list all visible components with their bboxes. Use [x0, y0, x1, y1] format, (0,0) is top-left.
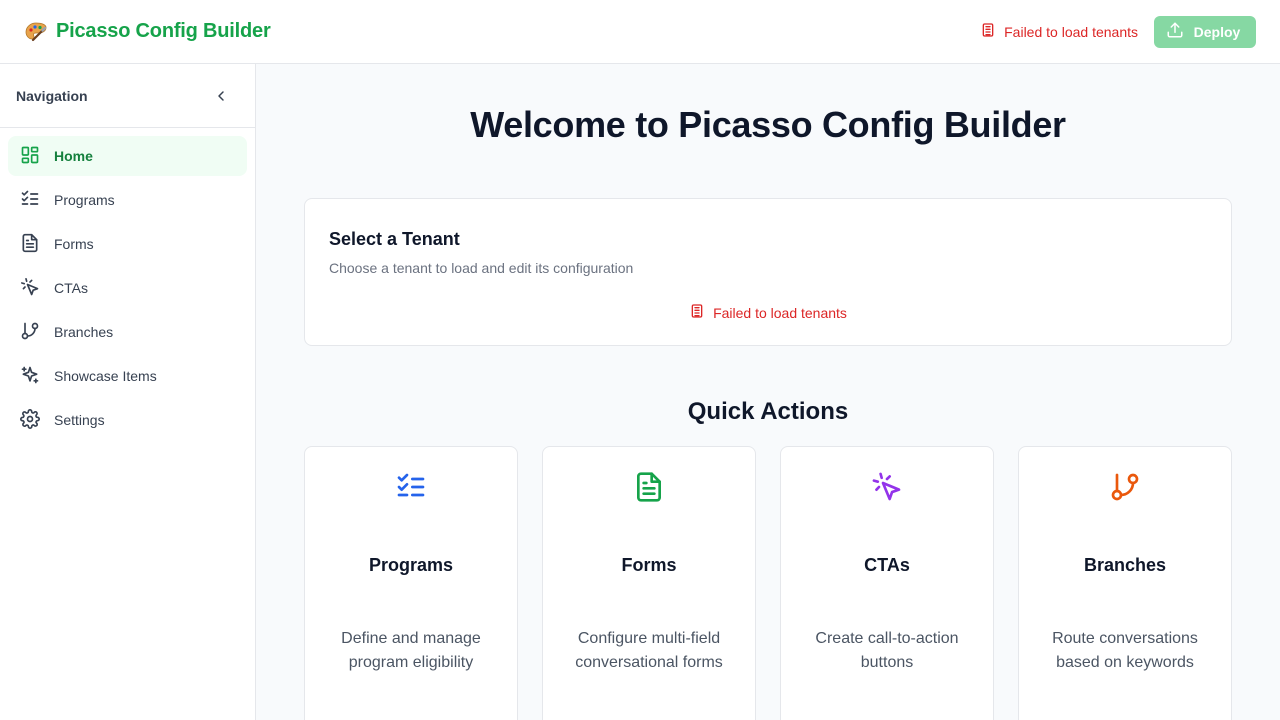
- tenant-card-subtitle: Choose a tenant to load and edit its con…: [329, 260, 634, 276]
- settings-icon: [20, 408, 40, 432]
- sidebar-item-home[interactable]: Home: [8, 136, 247, 176]
- list-checks-icon: [397, 473, 425, 497]
- sidebar-item-ctas[interactable]: CTAs: [8, 268, 247, 308]
- sidebar-item-label: Forms: [54, 236, 94, 252]
- tenant-card-title: Select a Tenant: [329, 229, 460, 249]
- quick-actions-title: Quick Actions: [687, 398, 849, 425]
- file-text-icon: [20, 233, 40, 256]
- quick-action-name: Forms: [621, 555, 677, 575]
- layout-dashboard-icon: [20, 145, 40, 168]
- tenant-selector-card: Select a Tenant Choose a tenant to load …: [304, 198, 1232, 346]
- deploy-button[interactable]: Deploy: [1154, 15, 1256, 48]
- quick-actions-grid: Programs Define and manage program eligi…: [304, 446, 1232, 720]
- quick-action-name: Branches: [1083, 555, 1167, 575]
- mouse-pointer-click-icon: [20, 277, 40, 300]
- page-title: Welcome to Picasso Config Builder: [470, 104, 1066, 145]
- sidebar-item-label: Showcase Items: [54, 368, 157, 384]
- quick-action-description: Configure multi-field conversational for…: [575, 630, 723, 671]
- header-error-text: Failed to load tenants: [1004, 23, 1138, 40]
- sidebar-item-label: Programs: [54, 192, 115, 208]
- quick-action-description: Define and manage program eligibility: [341, 630, 481, 671]
- quick-action-forms[interactable]: Forms Configure multi-field conversation…: [542, 446, 756, 720]
- header-error-message: Failed to load tenants: [980, 22, 1138, 41]
- sidebar-item-showcase-items[interactable]: Showcase Items: [8, 356, 247, 396]
- quick-action-ctas[interactable]: CTAs Create call-to-action buttons: [780, 446, 994, 720]
- sidebar-item-programs[interactable]: Programs: [8, 180, 247, 220]
- git-branch-icon: [20, 321, 40, 344]
- chevron-left-icon: [218, 90, 224, 101]
- sidebar: Navigation Home Programs Forms CTAs Bran…: [0, 64, 256, 720]
- mouse-pointer-click-icon: [872, 472, 901, 501]
- file-text-icon: [637, 472, 661, 502]
- main-content: Welcome to Picasso Config Builder Select…: [256, 64, 1280, 720]
- git-branch-icon: [1111, 473, 1139, 501]
- sidebar-item-settings[interactable]: Settings: [8, 400, 247, 440]
- list-checks-icon: [20, 189, 40, 212]
- quick-action-name: CTAs: [864, 555, 910, 575]
- sidebar-item-branches[interactable]: Branches: [8, 312, 247, 352]
- sidebar-header: Navigation: [0, 64, 255, 128]
- palette-logo-icon: [24, 20, 48, 44]
- sparkles-icon: [20, 365, 40, 388]
- quick-action-programs[interactable]: Programs Define and manage program eligi…: [304, 446, 518, 720]
- sidebar-item-label: Settings: [54, 412, 105, 428]
- top-header: Picasso Config Builder Failed to load te…: [0, 0, 1280, 64]
- quick-action-description: Route conversations based on keywords: [1052, 630, 1198, 671]
- tenant-error-text: Failed to load tenants: [713, 304, 847, 321]
- brand: Picasso Config Builder: [24, 20, 271, 44]
- sidebar-nav: Home Programs Forms CTAs Branches Showca…: [0, 128, 255, 452]
- quick-action-branches[interactable]: Branches Route conversations based on ke…: [1018, 446, 1232, 720]
- quick-action-name: Programs: [368, 555, 454, 575]
- tenant-error-message: Failed to load tenants: [305, 303, 1231, 322]
- alert-icon: [689, 303, 705, 322]
- sidebar-item-forms[interactable]: Forms: [8, 224, 247, 264]
- sidebar-item-label: Home: [54, 148, 93, 164]
- sidebar-title: Navigation: [16, 87, 88, 104]
- sidebar-item-label: CTAs: [54, 280, 88, 296]
- quick-action-description: Create call-to-action buttons: [815, 630, 959, 671]
- app-title: Picasso Config Builder: [56, 20, 271, 42]
- sidebar-item-label: Branches: [54, 324, 114, 340]
- alert-icon: [980, 22, 996, 41]
- upload-icon: [1166, 21, 1184, 42]
- collapse-sidebar-button[interactable]: [211, 86, 231, 106]
- deploy-label: Deploy: [1193, 23, 1241, 40]
